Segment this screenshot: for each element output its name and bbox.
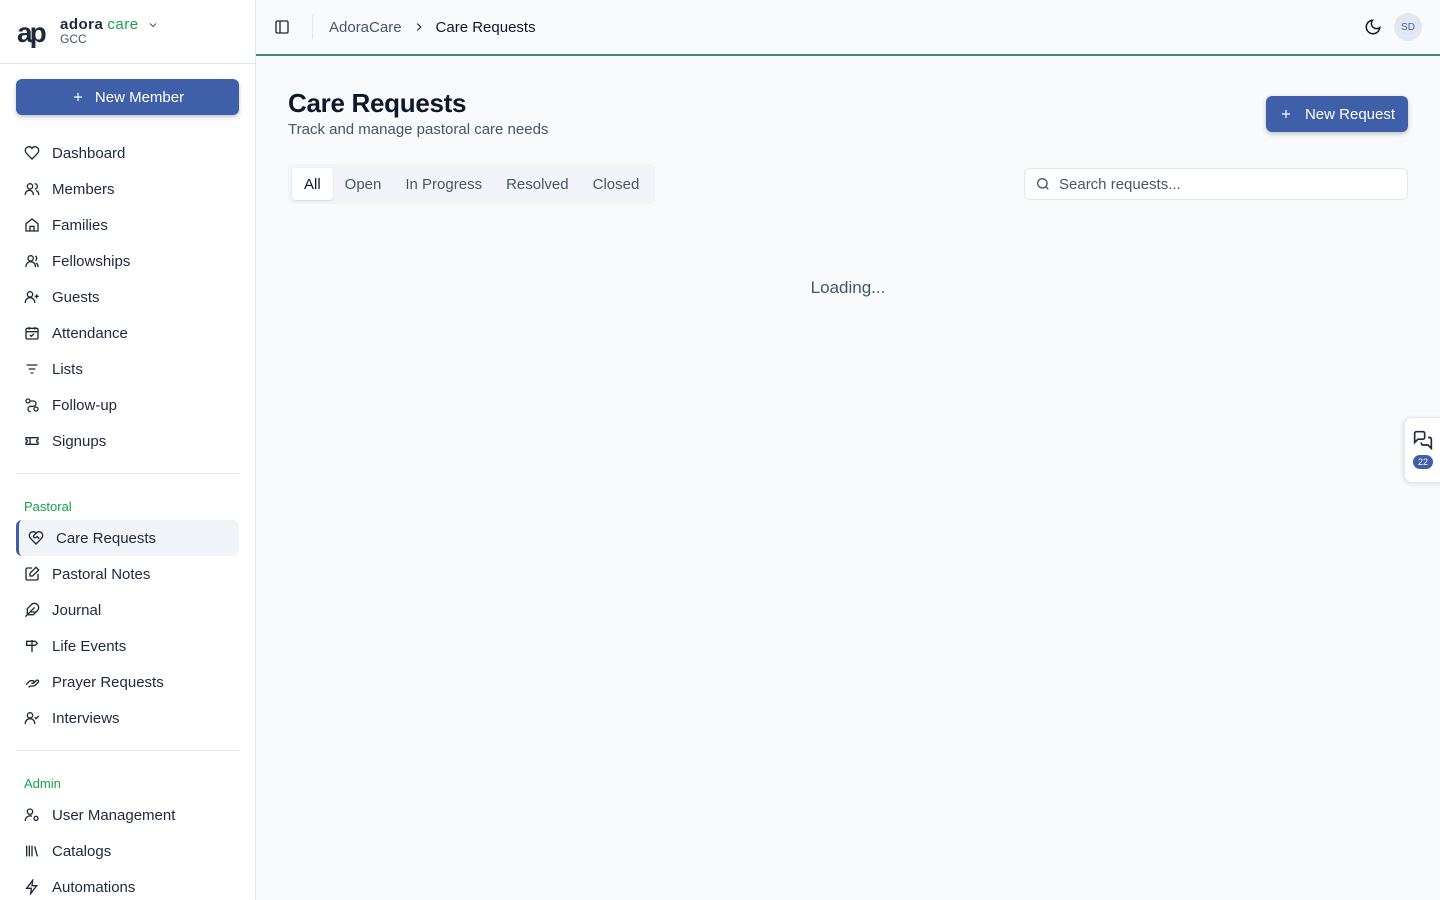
chevron-right-icon	[412, 20, 426, 34]
topbar-separator	[312, 15, 313, 39]
filter-lines-icon	[24, 361, 40, 377]
sidebar-divider	[16, 473, 239, 474]
chat-widget[interactable]: 22	[1404, 417, 1440, 483]
sidebar-item-label: Prayer Requests	[52, 673, 164, 691]
sidebar-item-label: Dashboard	[52, 144, 126, 162]
heart-handshake-icon	[28, 530, 44, 546]
heart-icon	[24, 145, 40, 161]
page-subtitle: Track and manage pastoral care needs	[288, 121, 549, 138]
section-label-pastoral: Pastoral	[24, 498, 72, 514]
sidebar-item-label: Guests	[52, 288, 100, 306]
brand-org: GCC	[60, 32, 87, 47]
sidebar-item-label: Members	[52, 180, 115, 198]
tab-in-progress[interactable]: In Progress	[393, 168, 494, 200]
new-request-button[interactable]: New Request	[1266, 96, 1408, 132]
sidebar-item-label: Families	[52, 216, 108, 234]
sidebar-item-label: Fellowships	[52, 252, 131, 270]
brand-logo: ap	[16, 15, 50, 49]
sidebar-item-label: Pastoral Notes	[52, 565, 151, 583]
sidebar-item-label: Automations	[52, 878, 136, 896]
sidebar: ap adora care GCC New Member Dashboard M…	[0, 0, 256, 900]
brand-name-accent: care	[107, 15, 139, 33]
sidebar-item-prayer-requests[interactable]: Prayer Requests	[16, 664, 239, 700]
sidebar-item-guests[interactable]: Guests	[16, 279, 239, 315]
user-check-icon	[24, 710, 40, 726]
tab-resolved[interactable]: Resolved	[494, 168, 581, 200]
loading-text: Loading...	[810, 278, 886, 297]
calendar-check-icon	[24, 325, 40, 341]
route-icon	[24, 397, 40, 413]
sidebar-item-label: Attendance	[52, 324, 128, 342]
new-member-label: New Member	[94, 88, 185, 106]
home-icon	[24, 217, 40, 233]
search-input[interactable]	[1059, 175, 1379, 193]
tab-open[interactable]: Open	[333, 168, 394, 200]
search-box	[1024, 168, 1408, 200]
chevron-down-icon	[147, 19, 159, 31]
pastoral-nav: Care Requests Pastoral Notes Journal Lif…	[16, 520, 239, 793]
avatar[interactable]: SD	[1394, 13, 1422, 41]
sidebar-item-interviews[interactable]: Interviews	[16, 700, 239, 736]
section-label-admin: Admin	[24, 775, 61, 791]
admin-nav: User Management Catalogs Automations	[16, 797, 239, 900]
zap-icon	[24, 879, 40, 895]
library-icon	[24, 843, 40, 859]
sidebar-item-lists[interactable]: Lists	[16, 351, 239, 387]
sidebar-item-journal[interactable]: Journal	[16, 592, 239, 628]
sidebar-item-label: Journal	[52, 601, 102, 619]
status-tabs: All Open In Progress Resolved Closed	[288, 164, 656, 204]
moon-icon[interactable]	[1364, 18, 1382, 36]
new-request-label: New Request	[1304, 105, 1396, 123]
sidebar-item-automations[interactable]: Automations	[16, 869, 239, 900]
main-nav: Dashboard Members Families Fellowships G…	[16, 135, 239, 516]
breadcrumb-root[interactable]: AdoraCare	[329, 19, 402, 36]
user-cog-icon	[24, 807, 40, 823]
sidebar-item-label: Follow-up	[52, 396, 118, 414]
plus-icon	[1279, 107, 1293, 121]
user-plus-icon	[24, 289, 40, 305]
sidebar-item-follow-up[interactable]: Follow-up	[16, 387, 239, 423]
breadcrumb-current: Care Requests	[435, 18, 536, 36]
sidebar-item-label: Catalogs	[52, 842, 112, 860]
sidebar-item-catalogs[interactable]: Catalogs	[16, 833, 239, 869]
sidebar-divider	[16, 750, 239, 751]
group-icon	[24, 253, 40, 269]
sidebar-item-label: Interviews	[52, 709, 120, 727]
tab-closed[interactable]: Closed	[581, 168, 652, 200]
sidebar-item-life-events[interactable]: Life Events	[16, 628, 239, 664]
brand-switcher[interactable]: ap adora care GCC	[0, 0, 255, 64]
sidebar-item-attendance[interactable]: Attendance	[16, 315, 239, 351]
breadcrumb: AdoraCare Care Requests	[329, 19, 536, 36]
sidebar-item-pastoral-notes[interactable]: Pastoral Notes	[16, 556, 239, 592]
new-member-button[interactable]: New Member	[16, 79, 239, 115]
search-icon	[1035, 176, 1051, 192]
sidebar-toggle-icon[interactable]	[274, 19, 290, 35]
note-edit-icon	[24, 566, 40, 582]
tab-all[interactable]: All	[292, 168, 333, 200]
users-icon	[24, 181, 40, 197]
chat-count-badge: 22	[1413, 455, 1433, 469]
sidebar-item-label: Lists	[52, 360, 83, 378]
messages-icon	[1413, 430, 1433, 450]
hands-icon	[24, 674, 40, 690]
sidebar-item-dashboard[interactable]: Dashboard	[16, 135, 239, 171]
sidebar-item-label: Care Requests	[56, 529, 157, 547]
sidebar-item-families[interactable]: Families	[16, 207, 239, 243]
sidebar-item-fellowships[interactable]: Fellowships	[16, 243, 239, 279]
sidebar-item-label: Life Events	[52, 637, 127, 655]
ticket-icon	[24, 433, 40, 449]
topbar: AdoraCare Care Requests SD	[256, 0, 1440, 56]
svg-text:ap: ap	[17, 17, 46, 48]
brand-name: adora	[60, 15, 104, 33]
signpost-icon	[24, 638, 40, 654]
sidebar-item-members[interactable]: Members	[16, 171, 239, 207]
page-title: Care Requests	[288, 88, 467, 118]
plus-icon	[71, 90, 85, 104]
sidebar-item-user-management[interactable]: User Management	[16, 797, 239, 833]
feather-icon	[24, 602, 40, 618]
sidebar-item-care-requests[interactable]: Care Requests	[16, 520, 239, 556]
sidebar-item-label: User Management	[52, 806, 176, 824]
sidebar-item-signups[interactable]: Signups	[16, 423, 239, 459]
sidebar-item-label: Signups	[52, 432, 107, 450]
